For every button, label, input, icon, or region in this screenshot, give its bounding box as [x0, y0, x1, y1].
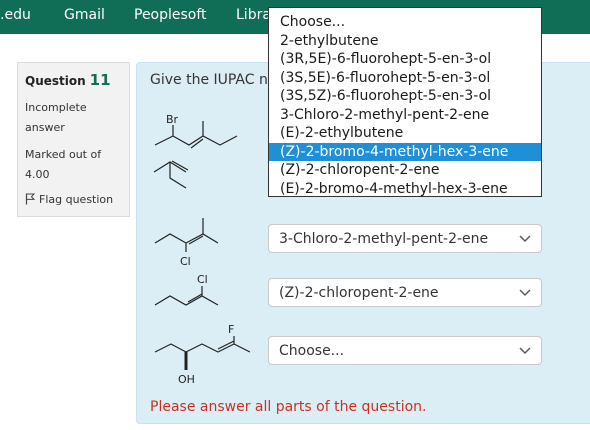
answer-select-5[interactable]: Choose...	[268, 336, 542, 365]
dropdown-option[interactable]: (E)-2-bromo-4-methyl-hex-3-ene	[269, 180, 541, 199]
question-info: Question 11 Incomplete answer Marked out …	[17, 62, 130, 217]
molecule-4-cl-label: Cl	[197, 273, 208, 286]
question-grade: Marked out of 4.00	[25, 148, 102, 181]
dropdown-option[interactable]: (Z)-2-chloropent-2-ene	[269, 161, 541, 180]
nav-link-library[interactable]: Libra	[236, 7, 271, 23]
molecule-3-image: Cl	[150, 210, 230, 268]
validation-error: Please answer all parts of the question.	[150, 399, 427, 415]
chevron-down-icon	[519, 347, 531, 354]
molecule-1-br-label: Br	[166, 113, 179, 126]
question-text: Give the IUPAC n	[150, 72, 268, 88]
nav-link-peoplesoft[interactable]: Peoplesoft	[134, 7, 207, 23]
flag-icon	[25, 193, 36, 205]
flag-question-label: Flag question	[39, 193, 114, 206]
dropdown-option[interactable]: (3R,5E)-6-fluorohept-5-en-3-ol	[269, 50, 541, 69]
dropdown-option[interactable]: 2-ethylbutene	[269, 32, 541, 51]
answer-select-4[interactable]: (Z)-2-chloropent-2-ene	[268, 278, 542, 307]
molecule-5-f-label: F	[228, 323, 234, 336]
dropdown-option[interactable]: (3S,5Z)-6-fluorohept-5-en-3-ol	[269, 87, 541, 106]
chevron-down-icon	[519, 289, 531, 296]
molecule-5-oh-label: OH	[178, 373, 195, 386]
answer-select-4-value: (Z)-2-chloropent-2-ene	[279, 285, 439, 301]
dropdown-option[interactable]: Choose...	[269, 13, 541, 32]
answer-select-3-value: 3-Chloro-2-methyl-pent-2-ene	[279, 231, 489, 247]
flag-question-link[interactable]: Flag question	[25, 193, 113, 206]
question-state: Incomplete answer	[25, 101, 87, 134]
chevron-down-icon	[519, 235, 531, 242]
dropdown-option[interactable]: (E)-2-ethylbutene	[269, 124, 541, 143]
molecule-2-image	[150, 158, 210, 192]
molecule-4-image: Cl	[150, 272, 230, 314]
question-number: Question 11	[25, 71, 111, 89]
molecule-3-cl-label: Cl	[180, 255, 191, 268]
question-number-value: 11	[89, 71, 111, 89]
answer-select-3[interactable]: 3-Chloro-2-methyl-pent-2-ene	[268, 224, 542, 253]
dropdown-option[interactable]: (3S,5E)-6-fluorohept-5-en-3-ol	[269, 69, 541, 88]
answer-dropdown-list: Choose... 2-ethylbutene (3R,5E)-6-fluoro…	[268, 7, 542, 197]
question-label: Question	[25, 74, 86, 88]
page: .edu Gmail Peoplesoft Libra Question 11 I…	[0, 0, 590, 430]
answer-select-5-value: Choose...	[279, 343, 345, 359]
molecule-5-image: F OH	[150, 322, 250, 386]
dropdown-option[interactable]: 3-Chloro-2-methyl-pent-2-ene	[269, 106, 541, 125]
molecule-1-image: Br	[150, 110, 250, 156]
dropdown-option-highlighted[interactable]: (Z)-2-bromo-4-methyl-hex-3-ene	[269, 142, 541, 161]
nav-link-edu[interactable]: .edu	[0, 7, 31, 23]
nav-link-gmail[interactable]: Gmail	[64, 7, 105, 23]
